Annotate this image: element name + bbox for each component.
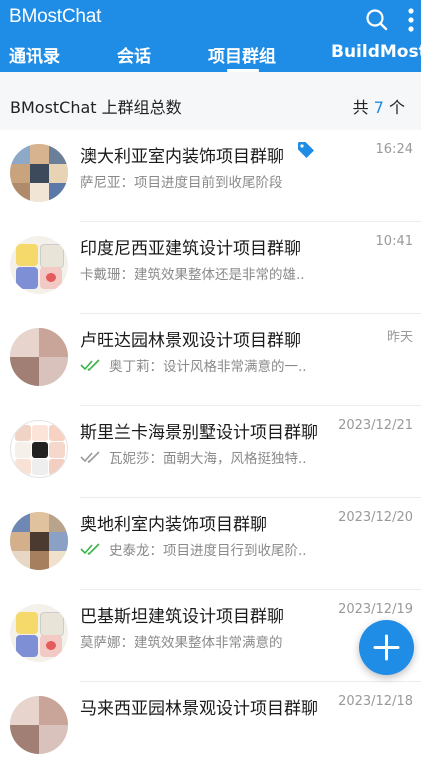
count-number: 7 (373, 98, 384, 117)
group-name: 印度尼西亚建筑设计项目群聊 (80, 239, 301, 259)
last-message-preview: 卡戴珊：建筑效果整体还是非常的雄.. (80, 267, 305, 283)
add-group-button[interactable] (359, 620, 414, 675)
group-avatar (10, 604, 68, 662)
more-vertical-icon (408, 8, 414, 32)
tab-project-groups[interactable]: 项目群组 (208, 42, 276, 67)
group-avatar (10, 696, 68, 754)
group-avatar (10, 512, 68, 570)
group-row[interactable]: 巴基斯坦建筑设计项目群聊 2023/12/19 莫萨娜：建筑效果整体非常满意的 (0, 590, 421, 682)
group-name: 卢旺达园林景观设计项目群聊 (80, 331, 301, 351)
group-name: 巴基斯坦建筑设计项目群聊 (80, 607, 284, 627)
more-menu-button[interactable] (404, 8, 418, 32)
group-avatar (10, 236, 68, 294)
group-name: 奥地利室内装饰项目群聊 (80, 515, 267, 535)
last-message-preview: 奥丁莉：设计风格非常满意的一.. (109, 359, 307, 375)
tab-contacts[interactable]: 通讯录 (9, 42, 60, 67)
group-time: 2023/12/21 (338, 418, 413, 433)
search-icon (366, 9, 388, 31)
last-message-preview: 瓦妮莎：面朝大海，风格挺独特.. (109, 451, 307, 467)
tab-bar: 通讯录 会话 项目群组 BuildMost (0, 42, 421, 72)
summary-label: BMostChat 上群组总数 (10, 98, 182, 117)
group-time: 16:24 (375, 142, 413, 157)
app-title: BMostChat (9, 6, 102, 27)
group-row[interactable]: 斯里兰卡海景别墅设计项目群聊 2023/12/21 瓦妮莎：面朝大海，风格挺独特… (0, 406, 421, 498)
delivered-check-icon (80, 451, 100, 464)
group-time: 2023/12/20 (338, 510, 413, 525)
search-button[interactable] (364, 7, 390, 33)
group-row[interactable]: 马来西亚园林景观设计项目群聊 2023/12/18 (0, 682, 421, 774)
group-summary-bar: BMostChat 上群组总数 共 7 个 (0, 72, 421, 130)
tag-icon (298, 142, 314, 158)
read-check-icon (80, 543, 100, 556)
count-suffix: 个 (388, 98, 405, 117)
group-avatar (10, 420, 68, 478)
group-time: 10:41 (375, 234, 413, 249)
group-count: 共 7 个 (353, 94, 405, 118)
plus-icon (373, 634, 400, 661)
group-time: 昨天 (386, 330, 413, 345)
group-time: 2023/12/19 (338, 602, 413, 617)
group-name: 斯里兰卡海景别墅设计项目群聊 (80, 423, 318, 443)
tab-conversations[interactable]: 会话 (117, 42, 151, 67)
group-avatar (10, 328, 68, 386)
group-name: 澳大利亚室内装饰项目群聊 (80, 147, 284, 167)
group-name: 马来西亚园林景观设计项目群聊 (80, 699, 318, 719)
last-message-preview: 史泰龙：项目进度目行到收尾阶.. (109, 543, 307, 559)
group-row[interactable]: 印度尼西亚建筑设计项目群聊 10:41 卡戴珊：建筑效果整体还是非常的雄.. (0, 222, 421, 314)
group-row[interactable]: 卢旺达园林景观设计项目群聊 昨天 奥丁莉：设计风格非常满意的一.. (0, 314, 421, 406)
group-avatar (10, 144, 68, 202)
group-time: 2023/12/18 (338, 694, 413, 709)
read-check-icon (80, 359, 100, 372)
group-row[interactable]: 奥地利室内装饰项目群聊 2023/12/20 史泰龙：项目进度目行到收尾阶.. (0, 498, 421, 590)
app-bar: BMostChat 通讯录 会话 项目群组 BuildMost (0, 0, 421, 72)
last-message-preview: 莫萨娜：建筑效果整体非常满意的 (80, 635, 283, 651)
last-message-preview: 萨尼亚：项目进度目前到收尾阶段 (80, 175, 283, 191)
count-prefix: 共 (352, 98, 369, 117)
tab-buildmost[interactable]: BuildMost (331, 42, 421, 62)
group-row[interactable]: 澳大利亚室内装饰项目群聊 16:24 萨尼亚：项目进度目前到收尾阶段 (0, 130, 421, 222)
